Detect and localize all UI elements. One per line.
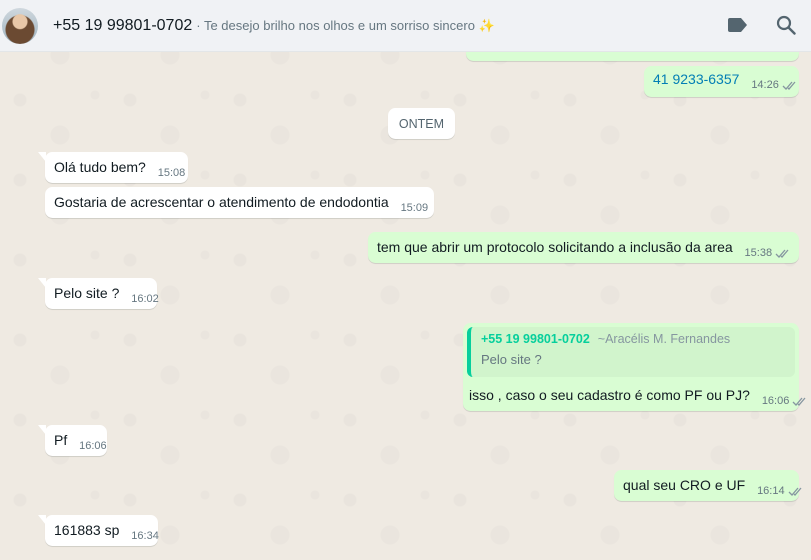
message-text: Olá tudo bem?: [54, 159, 146, 175]
message-text: 161883 sp: [54, 522, 120, 538]
message-time: 14:26: [751, 79, 779, 91]
read-receipt-icon: [782, 80, 798, 91]
message-text: isso , caso o seu cadastro é como PF ou …: [469, 387, 750, 403]
message-in[interactable]: Pf 16:06: [38, 425, 107, 456]
message-text: Gostaria de acrescentar o atendimento de…: [54, 194, 389, 210]
message-in[interactable]: 161883 sp 16:34: [38, 515, 159, 546]
message-text: Pf: [54, 432, 68, 448]
message-in[interactable]: Olá tudo bem? 15:08: [38, 152, 188, 183]
message-time: 16:34: [131, 530, 159, 542]
message-time: 15:09: [400, 202, 429, 214]
message-time: 15:38: [744, 247, 773, 259]
message-body: isso , caso o seu cadastro é como PF ou …: [463, 380, 806, 407]
read-receipt-icon: [788, 486, 804, 497]
message-out[interactable]: tem que abrir um protocolo solicitando a…: [368, 232, 799, 263]
avatar[interactable]: [2, 7, 38, 44]
message-in[interactable]: Pelo site ? 16:02: [38, 278, 159, 309]
search-icon[interactable]: [775, 14, 797, 36]
message-meta: 16:06: [762, 395, 809, 407]
message-meta: 15:38: [745, 247, 792, 259]
message-time: 16:14: [757, 485, 785, 497]
message-time: 15:08: [157, 167, 186, 179]
message-time: 16:06: [79, 440, 107, 452]
message-meta: 16:14: [757, 485, 804, 497]
message-text-link[interactable]: 41 9233-6357: [653, 71, 739, 87]
message-out[interactable]: qual seu CRO e UF 16:14: [614, 470, 802, 501]
message-meta: 16:02: [131, 293, 159, 305]
message-text: qual seu CRO e UF: [623, 477, 746, 493]
read-receipt-icon: [792, 396, 808, 407]
contact-info[interactable]: +55 19 99801-0702 · Te desejo brilho nos…: [53, 17, 495, 35]
read-receipt-icon: [775, 248, 791, 259]
contact-name: +55 19 99801-0702: [53, 16, 193, 34]
message-meta: 15:09: [401, 202, 429, 214]
message-text: tem que abrir um protocolo solicitando a…: [377, 239, 733, 255]
message-meta: 15:08: [158, 167, 186, 179]
quoted-author: +55 19 99801-0702: [481, 332, 590, 346]
quoted-pushname: ~Aracélis M. Fernandes: [597, 332, 731, 346]
message-out[interactable]: 41 9233-6357 14:26: [644, 66, 799, 97]
chat-header[interactable]: +55 19 99801-0702 · Te desejo brilho nos…: [0, 0, 811, 52]
message-time: 16:02: [131, 293, 159, 305]
quoted-message[interactable]: +55 19 99801-0702 ~Aracélis M. Fernandes …: [467, 327, 795, 377]
date-separator: ONTEM: [388, 108, 455, 139]
message-text: Pelo site ?: [54, 285, 120, 301]
contact-status: · Te desejo brilho nos olhos e um sorris…: [196, 17, 495, 33]
label-icon[interactable]: [727, 14, 749, 36]
message-meta: 14:26: [751, 79, 798, 91]
message-meta: 16:06: [79, 440, 107, 452]
message-in[interactable]: Gostaria de acrescentar o atendimento de…: [45, 187, 434, 218]
message-time: 16:06: [761, 395, 790, 407]
quoted-text: Pelo site ?: [481, 352, 542, 367]
message-meta: 16:34: [131, 530, 159, 542]
